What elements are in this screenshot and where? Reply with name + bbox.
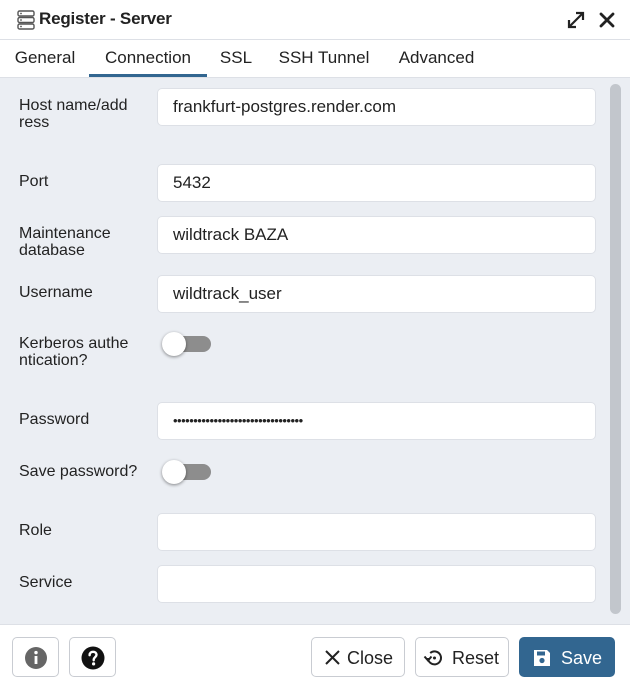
server-icon (17, 10, 35, 30)
host-label: Host name/address (19, 97, 128, 131)
register-server-dialog: Register - Server General Connection SSL… (0, 0, 630, 684)
tab-ssh-tunnel[interactable]: SSH Tunnel (268, 40, 380, 77)
port-label: Port (19, 173, 49, 190)
info-icon (25, 647, 47, 669)
username-label: Username (19, 284, 93, 301)
maintenance-database-input[interactable]: wildtrack BAZA (157, 216, 596, 254)
save-password-toggle[interactable] (162, 460, 211, 484)
toggle-knob (162, 332, 186, 356)
save-icon (534, 650, 550, 666)
scrollbar-thumb[interactable] (610, 84, 621, 614)
save-button[interactable]: Save (519, 637, 615, 677)
info-button[interactable] (12, 637, 59, 677)
title-bar[interactable]: Register - Server (0, 0, 630, 40)
kerberos-label: Kerberos authentication? (19, 335, 129, 369)
toggle-knob (162, 460, 186, 484)
reset-button[interactable]: Reset (415, 637, 509, 677)
service-label: Service (19, 574, 73, 591)
close-icon (325, 650, 340, 665)
maintenance-database-label: Maintenance database (19, 225, 111, 259)
help-icon (81, 646, 105, 670)
tab-ssl[interactable]: SSL (213, 40, 259, 77)
dialog-title: Register - Server (39, 9, 172, 28)
host-input[interactable]: frankfurt-postgres.render.com (157, 88, 596, 126)
tab-bar: General Connection SSL SSH Tunnel Advanc… (0, 40, 630, 78)
username-input[interactable]: wildtrack_user (157, 275, 596, 313)
dialog-footer: Close Reset Save (0, 624, 630, 684)
reset-button-label: Reset (452, 648, 500, 668)
kerberos-toggle[interactable] (162, 332, 211, 356)
service-input[interactable] (157, 565, 596, 603)
help-button[interactable] (69, 637, 116, 677)
tab-connection[interactable]: Connection (89, 40, 207, 77)
password-input[interactable]: •••••••••••••••••••••••••••••••• (157, 402, 596, 440)
close-button-label: Close (347, 648, 394, 668)
save-password-label: Save password? (19, 463, 138, 480)
port-input[interactable]: 5432 (157, 164, 596, 202)
tab-advanced[interactable]: Advanced (388, 40, 485, 77)
reset-icon (423, 650, 442, 666)
maximize-icon[interactable] (565, 9, 587, 31)
save-button-label: Save (561, 648, 603, 668)
close-button[interactable]: Close (311, 637, 405, 677)
close-icon[interactable] (596, 9, 618, 31)
password-label: Password (19, 411, 90, 428)
role-label: Role (19, 522, 52, 539)
tab-general[interactable]: General (6, 40, 84, 77)
role-input[interactable] (157, 513, 596, 551)
